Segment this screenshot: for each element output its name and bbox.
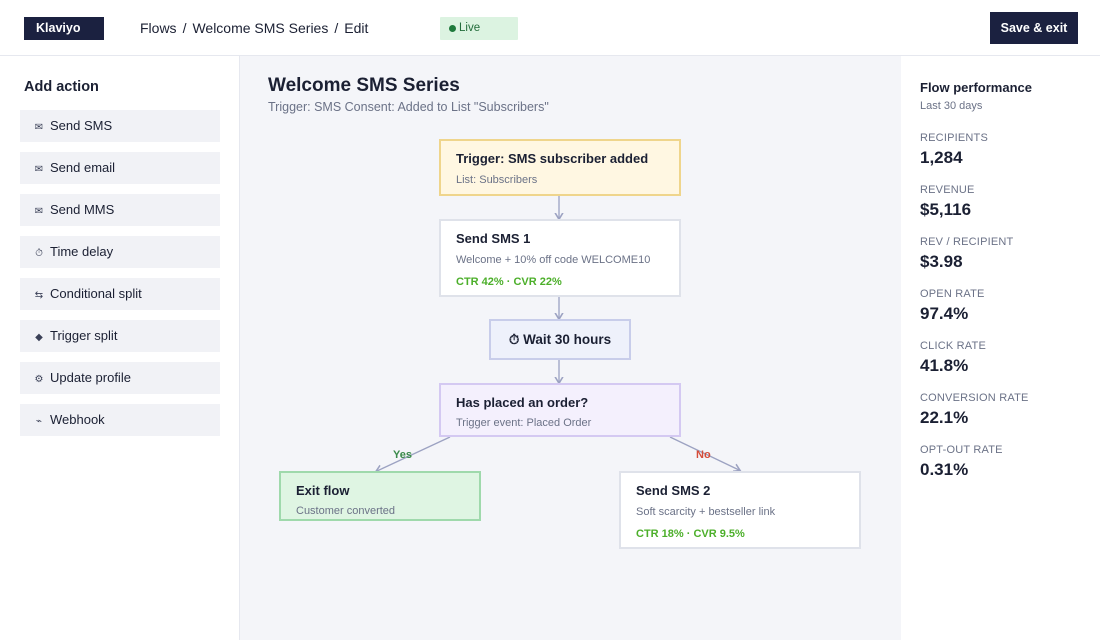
stopwatch-icon: ⏱ <box>35 248 43 259</box>
node-title: Send SMS 1 <box>456 231 531 246</box>
node-subtitle: Welcome + 10% off code WELCOME10 <box>456 254 651 266</box>
metric-value: 0.31% <box>920 460 969 479</box>
action-send-email[interactable]: ✉ Send email <box>20 152 220 184</box>
envelope-icon: ✉ <box>34 122 44 133</box>
metric-value: 97.4% <box>920 304 969 323</box>
envelope-icon: ✉ <box>34 164 44 175</box>
panel-period: Last 30 days <box>920 100 983 112</box>
connector-split-exit <box>377 436 451 471</box>
metric-label: OPEN RATE <box>920 288 985 300</box>
metric-label: CLICK RATE <box>920 340 986 352</box>
node-subtitle: List: Subscribers <box>456 174 538 186</box>
wait-node[interactable]: ⏱ Wait 30 hours <box>489 319 631 360</box>
status-badge[interactable]: Live <box>440 17 518 40</box>
flow-canvas[interactable]: Welcome SMS Series Trigger: SMS Consent:… <box>240 56 901 640</box>
breadcrumb-edit: Edit <box>344 20 369 36</box>
metric-label: CONVERSION RATE <box>920 392 1029 404</box>
node-title: ⏱ Wait 30 hours <box>508 332 612 347</box>
branch-label-no: No <box>696 449 711 461</box>
sidebar-title: Add action <box>24 79 99 95</box>
send-sms-1-node[interactable]: Send SMS 1 Welcome + 10% off code WELCOM… <box>439 219 681 297</box>
action-webhook[interactable]: ⌁ Webhook <box>20 404 220 436</box>
conditional-split-node[interactable]: Has placed an order? Trigger event: Plac… <box>439 383 681 437</box>
metric-label: REVENUE <box>920 184 975 196</box>
node-stats: CTR 18% · CVR 9.5% <box>636 528 745 540</box>
breadcrumb-flow-name[interactable]: Welcome SMS Series <box>192 20 328 36</box>
metric-label: REV / RECIPIENT <box>920 236 1014 248</box>
action-trigger-split[interactable]: ◆ Trigger split <box>20 320 220 352</box>
node-subtitle: Trigger event: Placed Order <box>456 417 592 429</box>
breadcrumb-separator: / <box>182 20 187 36</box>
node-stats: CTR 42% · CVR 22% <box>456 276 562 288</box>
action-send-mms[interactable]: ✉ Send MMS <box>20 194 220 226</box>
node-title: Send SMS 2 <box>636 483 711 498</box>
trigger-node[interactable]: Trigger: SMS subscriber added List: Subs… <box>439 139 681 196</box>
action-conditional-split[interactable]: ⇆ Conditional split <box>20 278 220 310</box>
split-arrows-icon: ⇆ <box>34 290 44 301</box>
metric-value: $5,116 <box>920 200 972 219</box>
action-label: Update profile <box>50 370 131 385</box>
node-title: Trigger: SMS subscriber added <box>456 151 649 166</box>
webhook-icon: ⌁ <box>35 416 43 427</box>
action-label: Send SMS <box>50 118 113 133</box>
send-sms-2-node[interactable]: Send SMS 2 Soft scarcity + bestseller li… <box>619 471 861 549</box>
metric-label: OPT-OUT RATE <box>920 444 1003 456</box>
action-label: Conditional split <box>50 286 142 301</box>
node-title: Exit flow <box>296 483 350 498</box>
envelope-icon: ✉ <box>34 206 44 217</box>
metric-label: RECIPIENTS <box>920 132 989 144</box>
node-subtitle: Customer converted <box>296 505 396 517</box>
action-label: Send MMS <box>50 202 115 217</box>
flow-trigger-description: Trigger: SMS Consent: Added to List "Sub… <box>268 100 549 114</box>
breadcrumb: Flows / Welcome SMS Series / Edit <box>140 20 368 36</box>
gear-icon: ⚙ <box>34 374 44 385</box>
metric-value: 1,284 <box>920 148 963 167</box>
add-action-sidebar: Add action ✉ Send SMS ✉ Send email ✉ Send M… <box>0 56 240 640</box>
action-label: Send email <box>50 160 116 175</box>
action-send-sms[interactable]: ✉ Send SMS <box>20 110 220 142</box>
action-update-profile[interactable]: ⚙ Update profile <box>20 362 220 394</box>
branch-label-yes: Yes <box>393 449 412 461</box>
live-dot-icon <box>449 25 456 32</box>
klaviyo-logo[interactable]: Klaviyo <box>24 17 104 40</box>
flow-performance-panel: Flow performance Last 30 days RECIPIENTS… <box>901 56 1100 640</box>
action-label: Webhook <box>50 412 105 427</box>
exit-flow-node[interactable]: Exit flow Customer converted <box>279 471 481 521</box>
top-bar: Klaviyo Flows / Welcome SMS Series / Edit Li… <box>0 0 1100 56</box>
breadcrumb-separator: / <box>334 20 339 36</box>
action-label: Trigger split <box>50 328 118 343</box>
action-label: Time delay <box>50 244 114 259</box>
node-title: Has placed an order? <box>456 395 589 410</box>
metric-value: 22.1% <box>920 408 969 427</box>
metric-value: $3.98 <box>920 252 963 271</box>
flow-title: Welcome SMS Series <box>268 75 460 96</box>
node-subtitle: Soft scarcity + bestseller link <box>636 506 776 518</box>
action-time-delay[interactable]: ⏱ Time delay <box>20 236 220 268</box>
status-badge-label: Live <box>459 22 481 34</box>
panel-title: Flow performance <box>920 80 1032 95</box>
breadcrumb-flows[interactable]: Flows <box>140 20 177 36</box>
save-exit-button[interactable]: Save & exit <box>990 12 1078 44</box>
diamond-icon: ◆ <box>35 332 43 343</box>
metric-value: 41.8% <box>920 356 969 375</box>
